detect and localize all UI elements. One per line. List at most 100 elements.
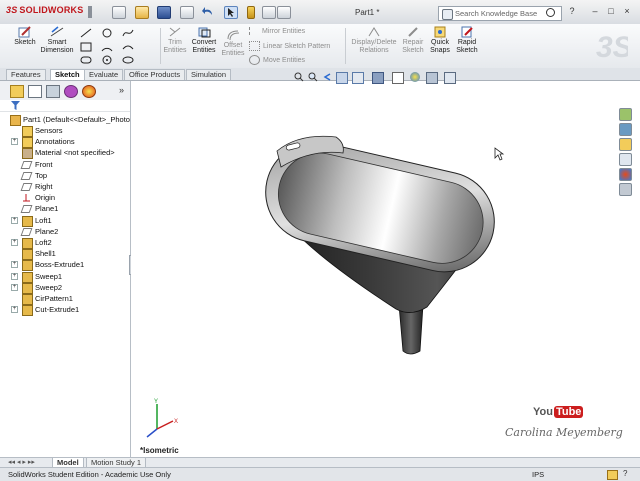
display-style-icon[interactable]	[372, 72, 384, 84]
circle-tool-icon[interactable]	[101, 28, 113, 38]
apply-scene-icon[interactable]	[426, 72, 438, 84]
repair-label-2: Sketch	[402, 47, 424, 54]
file-properties-icon[interactable]	[262, 6, 276, 19]
expand-icon[interactable]: +	[11, 216, 18, 224]
expand-panel-icon[interactable]: »	[119, 85, 124, 95]
display-delete-relations-button[interactable]: Display/Delete Relations	[350, 26, 398, 55]
options-icon[interactable]	[277, 6, 291, 19]
tree-item-label: Loft2	[35, 238, 52, 247]
previous-view-icon[interactable]	[322, 72, 332, 82]
text-tool-icon[interactable]	[122, 55, 134, 65]
tree-item-label: Cut-Extrude1	[35, 305, 80, 315]
restore-button[interactable]: □	[606, 7, 616, 16]
view-settings-icon[interactable]	[444, 72, 456, 84]
arc-tool-icon[interactable]	[101, 42, 113, 52]
task-pane-tabs	[617, 104, 633, 200]
search-input[interactable]: Search Knowledge Base	[438, 6, 562, 21]
custom-properties-icon[interactable]	[619, 183, 632, 196]
quick-snaps-button[interactable]: Quick Snaps	[428, 26, 452, 55]
expand-icon[interactable]: +	[11, 261, 18, 269]
ds-watermark-icon: 3S	[594, 27, 633, 65]
rebuild-icon[interactable]	[247, 6, 255, 19]
file-explorer-icon[interactable]	[619, 138, 632, 151]
select-arrow-icon[interactable]	[224, 6, 238, 19]
ellipse-tool-icon[interactable]	[122, 42, 134, 52]
trim-entities-button[interactable]: Trim Entities	[162, 26, 188, 55]
status-help-button[interactable]: ?	[623, 469, 627, 478]
solidworks-resources-icon[interactable]	[619, 108, 632, 121]
plane-icon	[20, 205, 33, 214]
expand-icon[interactable]: +	[11, 283, 18, 291]
expand-icon[interactable]: +	[11, 239, 18, 246]
smart-dimension-button[interactable]: Smart Dimension	[40, 26, 74, 55]
tab-evaluate[interactable]: Evaluate	[84, 69, 124, 80]
design-library-icon[interactable]	[619, 123, 632, 136]
youtube-logo: You Tube	[533, 406, 584, 418]
property-manager-icon[interactable]	[28, 85, 42, 98]
appearances-scenes-icon[interactable]	[619, 168, 632, 181]
linear-sketch-pattern-button[interactable]: Linear Sketch Pattern	[249, 41, 330, 51]
display-manager-icon[interactable]	[82, 85, 96, 98]
rapid-sketch-icon	[460, 26, 474, 38]
filter-icon[interactable]	[11, 101, 20, 110]
undo-icon[interactable]	[202, 6, 214, 17]
save-icon[interactable]	[157, 6, 171, 19]
menu-arrow-icon[interactable]	[88, 6, 92, 18]
search-placeholder: Search Knowledge Base	[455, 9, 538, 18]
minimize-button[interactable]: –	[590, 7, 600, 16]
convert-entities-button[interactable]: Convert Entities	[188, 26, 220, 55]
close-button[interactable]: ×	[622, 7, 632, 16]
spline-tool-icon[interactable]	[122, 28, 134, 38]
expand-icon[interactable]: +	[11, 272, 18, 280]
rebuild-status-icon[interactable]	[607, 470, 618, 480]
feature-manager-icon[interactable]	[10, 85, 24, 98]
annotation-icon	[22, 137, 33, 149]
trim-label-1: Trim	[168, 39, 182, 46]
tab-office-products[interactable]: Office Products	[124, 69, 186, 80]
offset-label-2: Entities	[221, 50, 245, 57]
rapid-sketch-button[interactable]: Rapid Sketch	[454, 26, 480, 55]
search-scope-icon[interactable]	[442, 9, 453, 20]
tab-features[interactable]: Features	[6, 69, 46, 80]
origin-icon	[22, 193, 31, 202]
tab-sketch[interactable]: Sketch	[50, 69, 85, 80]
search-icon[interactable]	[546, 8, 555, 17]
tree-item-label: Origin	[35, 193, 56, 203]
filter-row[interactable]	[0, 100, 130, 112]
polygon-tool-icon[interactable]	[101, 55, 113, 65]
expand-icon[interactable]: +	[11, 138, 18, 146]
svg-text:3S: 3S	[596, 31, 628, 64]
section-view-icon[interactable]	[336, 72, 348, 84]
expand-icon[interactable]: +	[11, 306, 18, 314]
svg-text:Y: Y	[154, 399, 158, 405]
slot-tool-icon[interactable]	[80, 55, 92, 65]
graphics-area[interactable]: Y X	[131, 81, 621, 457]
edit-appearance-icon[interactable]	[410, 72, 420, 82]
move-entities-button[interactable]: Move Entities	[249, 55, 305, 65]
tab-simulation[interactable]: Simulation	[186, 69, 232, 80]
tab-scroll-arrows[interactable]: ◂◂ ◂ ▸ ▸▸	[8, 458, 35, 466]
repair-sketch-button[interactable]: Repair Sketch	[400, 26, 426, 55]
sensor-icon	[22, 126, 33, 137]
print-icon[interactable]	[180, 6, 194, 19]
units-indicator[interactable]: IPS	[532, 470, 544, 479]
offset-entities-button[interactable]: Offset Entities	[220, 29, 246, 58]
sketch-button[interactable]: Sketch	[10, 26, 40, 47]
line-tool-icon[interactable]	[80, 28, 92, 38]
dimxpert-icon[interactable]	[64, 85, 78, 98]
help-button[interactable]: ?	[567, 7, 577, 16]
zoom-to-fit-icon[interactable]	[294, 72, 304, 82]
view-orientation-icon[interactable]	[352, 72, 364, 84]
hide-show-items-icon[interactable]	[392, 72, 404, 84]
rectangle-tool-icon[interactable]	[80, 42, 92, 52]
configuration-manager-icon[interactable]	[46, 85, 60, 98]
mirror-entities-button[interactable]: Mirror Entities	[249, 27, 305, 35]
funnel-model[interactable]: Y X	[131, 81, 621, 457]
open-folder-icon[interactable]	[135, 6, 149, 19]
new-document-icon[interactable]	[112, 6, 126, 19]
zoom-to-area-icon[interactable]	[308, 72, 318, 82]
convert-label-2: Entities	[192, 47, 216, 54]
command-manager-tabs: Features Sketch Evaluate Office Products…	[0, 68, 640, 81]
solidworks-logo[interactable]: 3S SOLIDWORKS	[6, 5, 86, 19]
view-palette-icon[interactable]	[619, 153, 632, 166]
